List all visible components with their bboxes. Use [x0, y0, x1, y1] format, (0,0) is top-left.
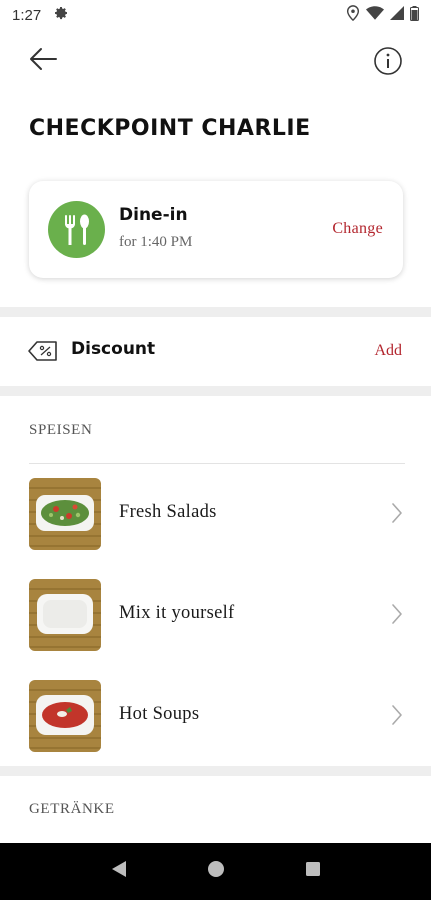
chevron-right-icon: [391, 603, 403, 630]
back-button[interactable]: [26, 44, 60, 78]
info-button[interactable]: [373, 46, 403, 76]
soup-bowl-image: [29, 680, 101, 752]
section-rule: [29, 463, 405, 464]
discount-label: Discount: [71, 339, 156, 359]
section-header-speisen: SPEISEN: [29, 422, 93, 438]
nav-home-button[interactable]: [196, 852, 236, 892]
category-label: Hot Soups: [119, 704, 200, 724]
nav-back-button[interactable]: [99, 852, 139, 892]
discount-tag-icon: [27, 339, 59, 368]
order-mode-label: Dine-in: [119, 205, 188, 225]
category-hot-soups[interactable]: Hot Soups: [0, 680, 431, 754]
wifi-icon: [366, 5, 384, 25]
nav-recents-button[interactable]: [293, 852, 333, 892]
info-icon: [373, 47, 403, 80]
change-order-button[interactable]: Change: [332, 220, 383, 238]
empty-bowl-image: [29, 579, 101, 651]
arrow-left-icon: [28, 47, 58, 76]
battery-icon: [410, 5, 419, 25]
category-mix-it-yourself[interactable]: Mix it yourself: [0, 579, 431, 653]
add-discount-button[interactable]: Add: [374, 342, 402, 360]
status-bar: 1:27: [0, 0, 431, 30]
signal-icon: [390, 6, 404, 24]
recents-square-icon: [305, 861, 321, 882]
settings-icon: [53, 5, 69, 25]
category-label: Mix it yourself: [119, 603, 235, 623]
section-header-getraenke: GETRÄNKE: [29, 801, 115, 817]
category-label: Fresh Salads: [119, 502, 217, 522]
home-circle-icon: [207, 860, 225, 883]
status-time: 1:27: [12, 6, 42, 24]
section-divider: [0, 766, 431, 776]
category-fresh-salads[interactable]: Fresh Salads: [0, 478, 431, 552]
fork-spoon-icon: [48, 201, 105, 258]
discount-row[interactable]: Discount Add: [0, 317, 431, 387]
chevron-right-icon: [391, 704, 403, 731]
system-nav-bar: [0, 843, 431, 900]
salad-bowl-image: [29, 478, 101, 550]
section-divider: [0, 307, 431, 317]
location-icon: [346, 5, 360, 25]
order-time-label: for 1:40 PM: [119, 234, 193, 250]
section-divider: [0, 386, 431, 396]
order-type-card[interactable]: Dine-in for 1:40 PM Change: [29, 181, 403, 278]
store-title: CHECKPOINT CHARLIE: [29, 116, 311, 141]
back-triangle-icon: [111, 860, 127, 883]
chevron-right-icon: [391, 502, 403, 529]
